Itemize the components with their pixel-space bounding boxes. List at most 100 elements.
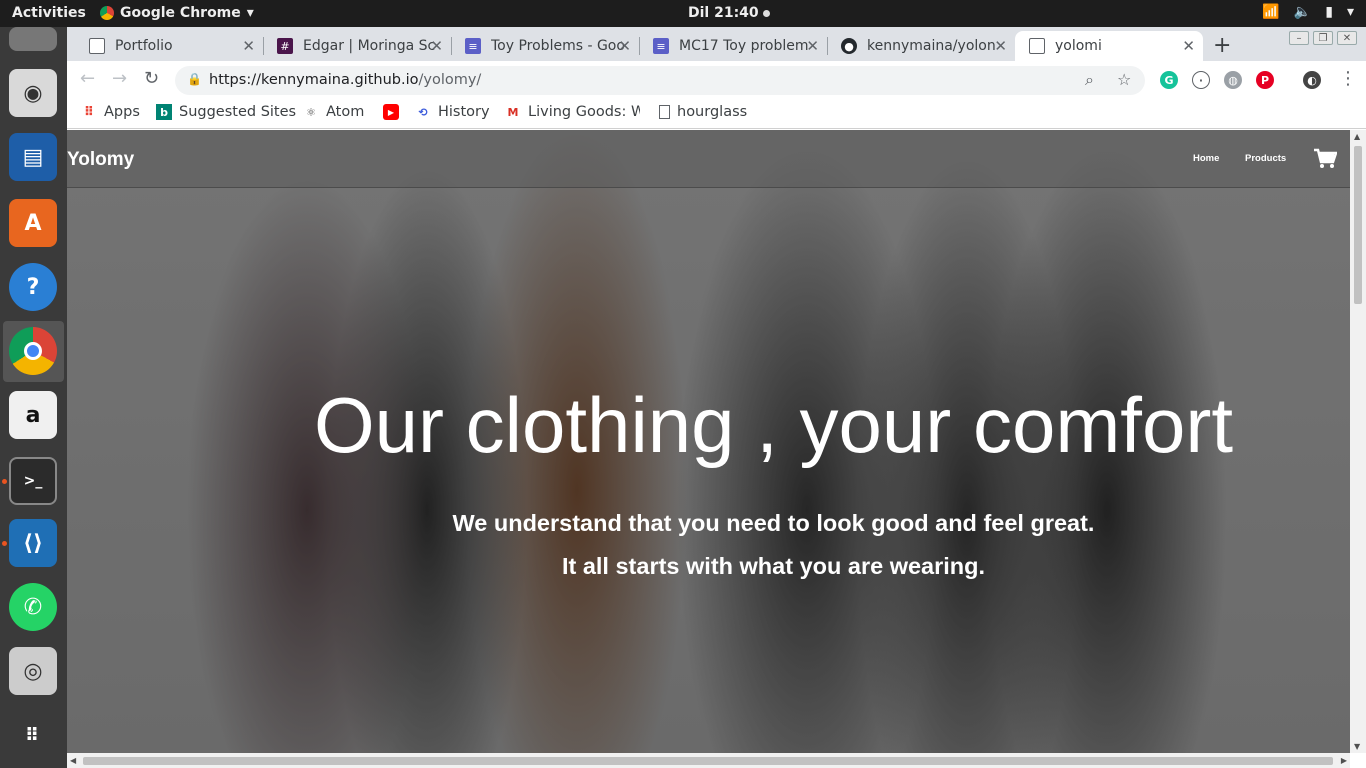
maximize-button[interactable]: ❐ [1313,31,1333,45]
pinterest-icon[interactable]: P [1256,71,1274,89]
bookmark-history[interactable]: ⟲ History [415,104,489,120]
page-icon [659,105,670,119]
hero-tagline-2: It all starts with what you are wearing. [561,553,986,579]
back-button[interactable]: ← [80,68,95,89]
url-path: /yolomy/ [418,72,482,88]
bookmark-label: Suggested Sites [179,104,297,120]
bookmark-suggested-sites[interactable]: b Suggested Sites [156,104,296,120]
tab-github-kennymaina[interactable]: ● kennymaina/yolon ✕ [827,31,1015,61]
chrome-icon [100,6,114,20]
dock-help-icon[interactable]: ? [9,263,57,311]
browser-window: Portfolio ✕ # Edgar | Moringa Sc ✕ ≡ Toy… [67,27,1366,768]
tab-toy-problems[interactable]: ≡ Toy Problems - Goo ✕ [451,31,639,61]
grammarly-icon[interactable]: G [1160,71,1178,89]
bookmark-living-goods[interactable]: M Living Goods: W [505,104,640,120]
show-apps-icon[interactable]: ⠿ [9,711,57,759]
hero-headline: Our clothing , your comfort [313,381,1233,469]
close-window-button[interactable]: ✕ [1337,31,1357,45]
github-icon: ● [841,38,857,54]
apps-grid-icon: ⠿ [83,104,95,120]
menu-icon[interactable]: ⋮ [1339,68,1357,89]
close-icon[interactable]: ✕ [618,37,631,55]
tab-portfolio[interactable]: Portfolio ✕ [75,31,263,61]
tab-title: Edgar | Moringa Sc [303,38,436,54]
horizontal-scrollbar[interactable]: ◀ ▶ [67,753,1350,768]
google-docs-icon: ≡ [465,38,481,54]
system-top-bar: Activities Google Chrome ▾ Dil 21:40 📶 🔈… [0,0,1366,27]
atom-icon: ⚛ [306,105,316,119]
dock-terminal-icon[interactable]: >_ [9,457,57,505]
scroll-thumb[interactable] [83,757,1333,765]
dock-rhythmbox-icon[interactable]: ◉ [9,69,57,117]
globe-icon[interactable]: ◍ [1224,71,1242,89]
volume-icon: 🔈 [1293,4,1312,20]
scroll-down-arrow[interactable]: ▼ [1354,742,1360,751]
tab-strip: Portfolio ✕ # Edgar | Moringa Sc ✕ ≡ Toy… [67,27,1366,61]
reload-button[interactable]: ↻ [144,68,159,89]
tab-mc17-toy[interactable]: ≡ MC17 Toy problem ✕ [639,31,827,61]
tab-title: Toy Problems - Goo [491,38,625,54]
star-icon[interactable]: ☆ [1117,70,1131,89]
address-bar[interactable]: 🔒 https://kennymaina.github.io/yolomy/ ⌕… [175,66,1145,95]
bookmarks-bar: ⠿ Apps b Suggested Sites ⚛ Atom ▶ ⟲ Hist… [67,99,1366,129]
bookmark-label: Apps [104,104,140,120]
vertical-scrollbar[interactable]: ▲ ▼ [1350,130,1366,753]
dock-chrome-icon[interactable] [9,327,57,375]
dock-whatsapp-icon[interactable]: ✆ [9,583,57,631]
bookmark-youtube[interactable]: ▶ [383,104,406,120]
dock-drive-icon[interactable] [9,27,57,51]
running-indicator [2,479,7,484]
lock-icon: 🔒 [187,72,202,86]
running-indicator [2,541,7,546]
site-navbar: Yolomy Home Products [67,130,1350,188]
nav-products-link[interactable]: Products [1245,153,1286,164]
nav-home-link[interactable]: Home [1193,153,1219,164]
dock: ◉ ▤ A ? a >_ ⟨⟩ ✆ ◎ ⠿ [0,27,67,768]
close-icon[interactable]: ✕ [806,37,819,55]
activities-button[interactable]: Activities [12,5,86,21]
clock-label: Dil 21:40 [688,5,759,21]
bookmark-label: Living Goods: W [528,104,640,120]
tab-title: MC17 Toy problem [679,38,809,54]
battery-icon: ▮ [1325,4,1333,20]
cart-icon[interactable] [1313,148,1338,174]
close-icon[interactable]: ✕ [1182,37,1195,55]
scroll-left-arrow[interactable]: ◀ [70,756,76,765]
zoom-icon[interactable]: ⌕ [1085,70,1094,90]
tab-title: yolomi [1055,38,1102,54]
bookmark-atom[interactable]: ⚛ Atom [303,104,364,120]
history-icon: ⟲ [418,105,428,119]
bookmark-apps[interactable]: ⠿ Apps [81,104,140,120]
app-menu[interactable]: Google Chrome ▾ [100,5,254,21]
site-brand[interactable]: Yolomy [67,149,134,171]
scroll-thumb[interactable] [1354,146,1362,304]
close-icon[interactable]: ✕ [430,37,443,55]
bookmark-label: Atom [326,104,365,120]
avatar[interactable]: ◐ [1303,71,1321,89]
dock-amazon-icon[interactable]: a [9,391,57,439]
dock-writer-icon[interactable]: ▤ [9,133,57,181]
scroll-up-arrow[interactable]: ▲ [1354,132,1360,141]
minimize-button[interactable]: – [1289,31,1309,45]
extension-icon[interactable]: · [1192,71,1210,89]
bookmark-hourglass[interactable]: hourglass [659,104,747,120]
system-tray[interactable]: 📶 🔈 ▮ ▾ [1262,4,1354,20]
forward-button[interactable]: → [112,68,127,89]
browser-toolbar: ← → ↻ 🔒 https://kennymaina.github.io/yol… [67,61,1366,99]
tab-edgar-moringa[interactable]: # Edgar | Moringa Sc ✕ [263,31,451,61]
close-icon[interactable]: ✕ [994,37,1007,55]
dock-camera-icon[interactable]: ◎ [9,647,57,695]
dock-software-icon[interactable]: A [9,199,57,247]
url-host: https://kennymaina.github.io [209,72,419,88]
close-icon[interactable]: ✕ [242,37,255,55]
tab-yolomi[interactable]: yolomi ✕ [1015,31,1203,61]
dock-vscode-icon[interactable]: ⟨⟩ [9,519,57,567]
scroll-right-arrow[interactable]: ▶ [1341,756,1347,765]
chevron-down-icon: ▾ [1346,4,1354,20]
youtube-icon: ▶ [383,104,399,120]
page-viewport: Yolomy Home Products Our clothing , your… [67,130,1350,753]
notification-dot [762,9,770,17]
new-tab-button[interactable]: + [1213,33,1231,58]
hero-tagline-1: We understand that you need to look good… [452,510,1095,536]
clock[interactable]: Dil 21:40 [688,5,770,21]
